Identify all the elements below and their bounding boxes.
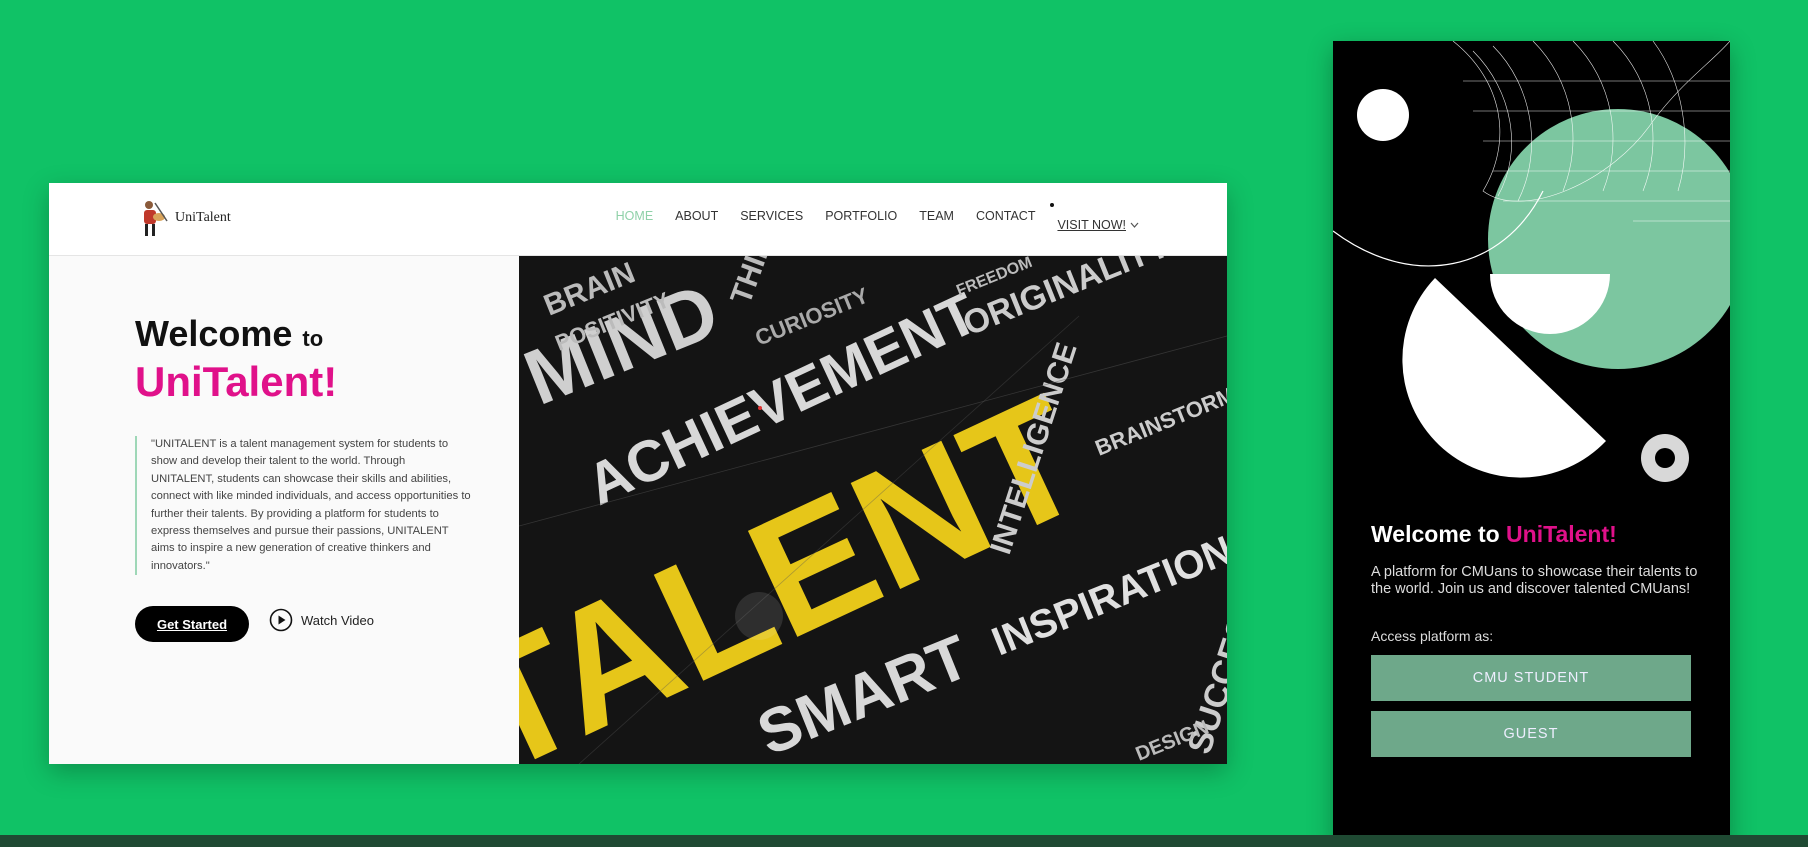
hero-section: Welcome to UniTalent! "UNITALENT is a ta… [49,256,519,764]
mobile-hero-graphic [1333,41,1730,482]
nav-portfolio[interactable]: PORTFOLIO [825,209,897,223]
hero-brand: UniTalent! [135,358,338,405]
chevron-down-icon [1130,222,1139,228]
mobile-brand-text: UniTalent! [1506,521,1617,547]
hero-quote: "UNITALENT is a talent management system… [135,436,471,576]
collage-graphic: MIND ACHIEVEMENT TALENT BRAIN POSITIVITY… [519,256,1227,764]
nav-home[interactable]: HOME [616,209,654,223]
hero-welcome: Welcome to [135,312,323,361]
nav-services[interactable]: SERVICES [740,209,803,223]
hero-to-word: to [302,326,324,351]
mobile-mockup: Welcome to UniTalent! A platform for CMU… [1333,41,1730,847]
nav-team[interactable]: TEAM [919,209,954,223]
mobile-title: Welcome to UniTalent! [1371,521,1617,548]
guest-button[interactable]: GUEST [1371,711,1691,757]
watch-video-button[interactable]: Watch Video [269,608,374,632]
mobile-description: A platform for CMUans to showcase their … [1371,564,1698,597]
talent-word-collage: MIND ACHIEVEMENT TALENT BRAIN POSITIVITY… [519,256,1227,764]
get-started-button[interactable]: Get Started [135,606,249,642]
mobile-welcome-text: Welcome to [1371,521,1500,547]
logo-text: UniTalent [175,210,231,225]
logo-icon [144,201,168,236]
desktop-mockup: UniTalent HOME ABOUT SERVICES PORTFOLIO … [49,183,1227,764]
watch-video-label: Watch Video [301,612,374,628]
cmu-student-button[interactable]: CMU STUDENT [1371,655,1691,701]
nav-links: HOME ABOUT SERVICES PORTFOLIO TEAM CONTA… [616,209,1139,232]
nav-visit-now[interactable]: VISIT NOW! [1057,218,1139,232]
nav-about[interactable]: ABOUT [675,209,718,223]
navbar: UniTalent HOME ABOUT SERVICES PORTFOLIO … [49,183,1227,256]
play-icon [269,608,293,632]
hero-welcome-word: Welcome [135,313,293,354]
nav-dot [1050,203,1054,207]
nav-contact[interactable]: CONTACT [976,209,1036,223]
mobile-access-label: Access platform as: [1371,628,1494,644]
bottom-bar [0,835,1808,847]
nav-visit-label: VISIT NOW! [1057,218,1126,232]
logo[interactable]: UniTalent [139,197,231,239]
